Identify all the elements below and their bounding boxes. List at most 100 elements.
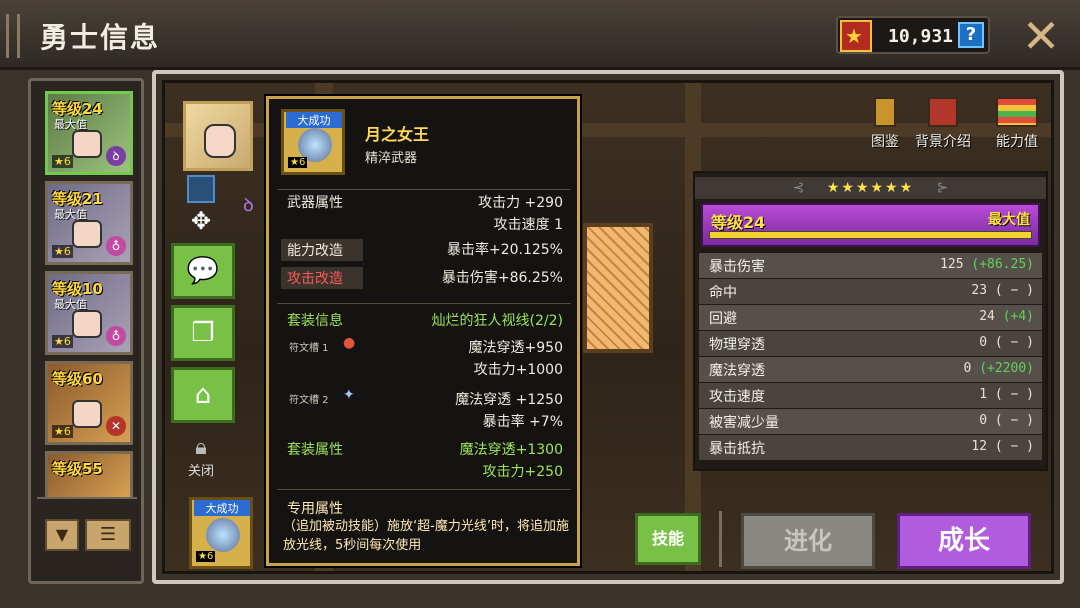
rune-icon: ● — [343, 335, 356, 351]
grow-button[interactable]: 成长 — [897, 513, 1031, 569]
max-text: 最大值 — [988, 212, 1030, 228]
weapon-stars: ★6 — [196, 551, 216, 562]
ability-mod: 能力改造 暴击率+20.125% — [277, 237, 571, 261]
costume-button[interactable]: ⌂ — [171, 367, 235, 423]
tab-background-label: 背景介绍 — [915, 134, 971, 150]
hero-card-4[interactable]: 等级60 ✕ ★6 — [45, 361, 133, 445]
hero-card-2[interactable]: 等级21 最大值 ♁ ★6 — [45, 181, 133, 265]
tooltip-row: 能力改造 暴击率+20.125% — [277, 237, 571, 261]
weapon-icon-frame: 大成功 ★6 — [281, 109, 345, 175]
weapon-attr-label: 武器属性 — [287, 195, 343, 211]
evolve-button[interactable]: 进化 — [741, 513, 875, 569]
hero-avatar — [72, 220, 102, 248]
hero-level: 等级55 — [52, 460, 103, 478]
lock-icon: 🔒︎ — [195, 435, 207, 460]
class-icon — [187, 175, 215, 203]
exclusive-attr: 专用属性 — [277, 489, 571, 518]
attack-mod-label: 攻击改造 — [281, 267, 363, 289]
hero-card-5[interactable]: 等级55 — [45, 451, 133, 501]
scene-window — [583, 223, 653, 353]
scroll-down-button[interactable]: ▼ — [45, 519, 79, 551]
weapon-attributes: 武器属性 攻击力 +290 攻击速度 1 — [277, 189, 571, 233]
weapon-subtitle: 精淬武器 — [365, 151, 418, 166]
rune2-value-1: 魔法穿透 +1250 — [455, 392, 563, 408]
stat-row: 命中 23 ( − ) — [699, 279, 1042, 305]
tooltip-row: 攻击力+250 — [277, 459, 571, 481]
rank-stars: ★★★★★★ — [826, 180, 915, 196]
stat-label: 回避 — [709, 311, 737, 327]
rune-icon: ✦ — [343, 387, 355, 403]
tab-codex[interactable]: 图鉴 — [855, 97, 915, 157]
set-info: 套装信息 灿烂的狂人视线(2/2) — [277, 303, 571, 330]
close-button[interactable]: ✕ — [1018, 13, 1064, 60]
weapon-icon — [206, 518, 240, 552]
ability-mod-value: 暴击率+20.125% — [446, 242, 563, 258]
rune2-value-2: 暴击率 +7% — [482, 414, 563, 430]
copy-button[interactable]: ❐ — [171, 305, 235, 361]
tooltip-row: 攻击力+1000 — [277, 357, 571, 379]
tab-stats[interactable]: 能力值 — [987, 97, 1047, 157]
ability-mod-label: 能力改造 — [281, 239, 363, 261]
weapon-slot[interactable]: 大成功 ★6 — [189, 497, 253, 569]
set-attributes: 套装属性 魔法穿透+1300 攻击力+250 — [277, 437, 571, 481]
stat-row: 暴击抵抗 12 ( − ) — [699, 435, 1042, 461]
tooltip-row: 暴击率 +7% — [277, 409, 571, 431]
help-icon[interactable]: ? — [958, 22, 984, 48]
set-attr-value-1: 魔法穿透+1300 — [459, 442, 563, 458]
exclusive-description: （追加被动技能）施放‘超-魔力光线’时，将追加施放光线，5秒间每次使用 — [283, 519, 569, 553]
element-icon: ✕ — [106, 416, 126, 436]
rank-bar: ⊰ ★★★★★★ ⊱ — [695, 177, 1046, 199]
tooltip-row: 套装信息 灿烂的狂人视线(2/2) — [277, 308, 571, 330]
chat-button[interactable]: 💬 — [171, 243, 235, 299]
stat-label: 被害减少量 — [709, 415, 779, 431]
hero-face — [204, 124, 236, 158]
list-menu-button[interactable]: ☰ — [85, 519, 131, 551]
stat-row: 回避 24 (+4) — [699, 305, 1042, 331]
tab-background[interactable]: 背景介绍 — [913, 97, 973, 157]
element-icon: ♁ — [106, 236, 126, 256]
set-info-label: 套装信息 — [287, 313, 343, 329]
rune1-value-1: 魔法穿透+950 — [468, 340, 563, 356]
stat-label: 命中 — [709, 285, 737, 301]
hero-card-3[interactable]: 等级10 最大值 ♁ ★6 — [45, 271, 133, 355]
stat-list[interactable]: 暴击伤害 125 (+86.25) 命中 23 ( − ) 回避 24 (+4)… — [699, 253, 1042, 465]
header-decoration — [6, 14, 20, 58]
rune2-label: 符文槽 2 — [289, 395, 329, 406]
lock-toggle[interactable]: 🔒︎ 关闭 — [181, 435, 221, 479]
skill-button[interactable]: 技能 — [635, 513, 701, 565]
hero-list-panel: 等级24 最大值 ꝺ ★6 等级21 最大值 ♁ ★6 等级10 最大值 ♁ ★… — [28, 78, 144, 584]
hero-level: 等级60 — [52, 370, 103, 388]
medal-icon: ★ — [840, 20, 872, 52]
stat-label: 魔法穿透 — [709, 363, 765, 379]
crosshair-icon: ✥ — [190, 207, 212, 235]
tab-codex-label: 图鉴 — [871, 134, 899, 150]
hero-avatar — [72, 400, 102, 428]
stat-row: 魔法穿透 0 (+2200) — [699, 357, 1042, 383]
stat-label: 物理穿透 — [709, 337, 765, 353]
tooltip-row: 符文槽 1 ● 魔法穿透+950 — [277, 335, 571, 357]
stat-row: 被害减少量 0 ( − ) — [699, 409, 1042, 435]
stats-panel: ⊰ ★★★★★★ ⊱ 等级24 最大值 暴击伤害 125 (+86.25) 命中… — [693, 171, 1048, 471]
hero-portrait — [183, 101, 253, 171]
stat-label: 暴击伤害 — [709, 259, 765, 275]
set-info-value: 灿烂的狂人视线(2/2) — [431, 313, 563, 329]
rune-slot-1: 符文槽 1 ● 魔法穿透+950 攻击力+1000 — [277, 335, 571, 379]
hero-avatar — [72, 130, 102, 158]
stat-label: 攻击速度 — [709, 389, 765, 405]
stat-value: 0 ( − ) — [979, 413, 1034, 428]
lock-label: 关闭 — [187, 464, 214, 479]
tab-stats-label: 能力值 — [996, 134, 1038, 150]
stats-icon — [996, 97, 1038, 127]
weapon-attr-2: 攻击速度 1 — [493, 217, 563, 233]
list-controls: ▼ ☰ — [37, 497, 137, 575]
hero-avatar — [72, 310, 102, 338]
hero-card-1[interactable]: 等级24 最大值 ꝺ ★6 — [45, 91, 133, 175]
tooltip-header: 大成功 ★6 月之女王 精淬武器 — [281, 109, 571, 179]
attack-mod: 攻击改造 暴击伤害+86.25% — [277, 265, 571, 289]
stat-value: 23 ( − ) — [971, 283, 1034, 298]
hero-stars: ★6 — [52, 425, 73, 438]
tooltip-row: 武器属性 攻击力 +290 — [277, 190, 571, 212]
stat-row: 攻击速度 1 ( − ) — [699, 383, 1042, 409]
set-attr-value-2: 攻击力+250 — [482, 464, 563, 480]
currency-display: ★ 10,931 ? — [836, 16, 990, 54]
